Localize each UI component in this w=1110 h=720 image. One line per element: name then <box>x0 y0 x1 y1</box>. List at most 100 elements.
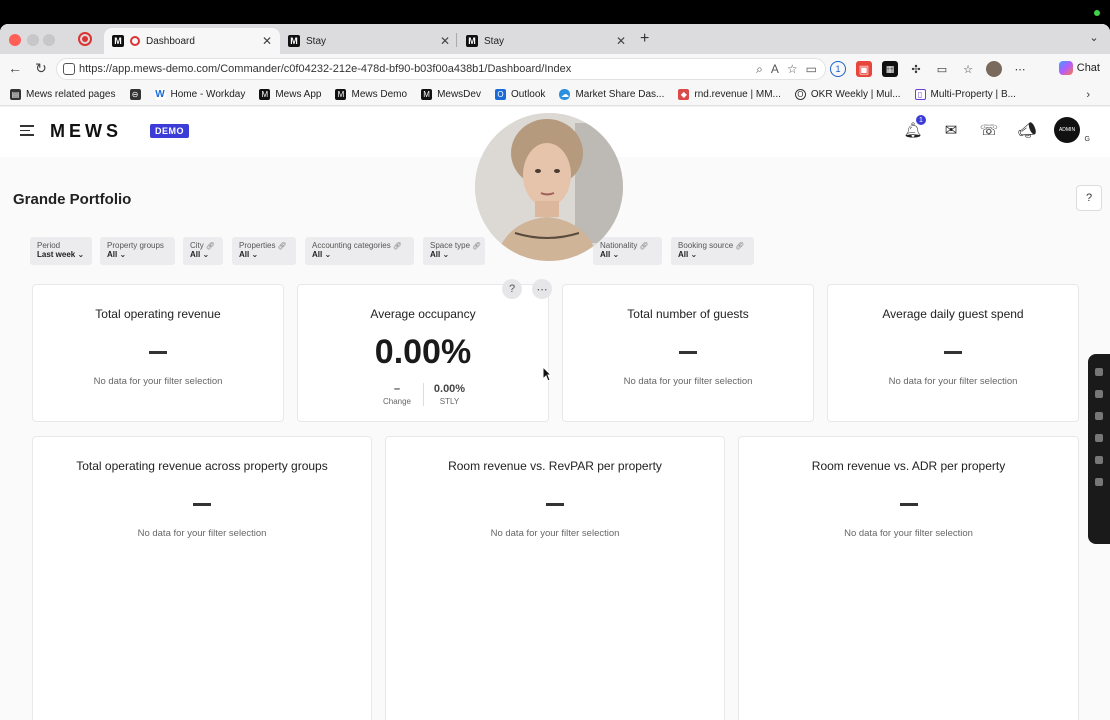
demo-badge: DEMO <box>150 124 189 138</box>
password-manager-icon[interactable]: 1 <box>830 61 846 77</box>
tab-strip: M Dashboard ✕ M Stay ✕ M Stay ✕ + ⌄ <box>0 24 1110 54</box>
close-icon[interactable]: ✕ <box>616 34 626 48</box>
change-label: Change <box>382 397 412 406</box>
bookmark-item[interactable]: M Mews Demo <box>335 89 407 100</box>
help-icon[interactable]: ? <box>1076 185 1102 211</box>
extension-black-icon[interactable]: ▦ <box>882 61 898 77</box>
extensions-puzzle-icon[interactable]: ✣ <box>908 61 924 77</box>
kpi-value: 0.00% <box>374 333 472 371</box>
window-maximize-button[interactable] <box>43 34 55 46</box>
mews-logo[interactable]: MEWS <box>50 121 122 142</box>
empty-dash <box>149 351 167 354</box>
filter-value: All ⌄ <box>312 250 332 259</box>
filter-space-type[interactable]: Space type 🔗︎ All ⌄ <box>423 237 485 265</box>
cube-icon: ◆ <box>678 89 690 100</box>
change-value: – <box>393 383 401 395</box>
mews-icon: M <box>259 89 271 100</box>
new-tab-icon[interactable]: + <box>640 30 649 48</box>
filter-properties[interactable]: Properties 🔗︎ All ⌄ <box>232 237 296 265</box>
chevron-right-icon[interactable]: › <box>1086 89 1090 101</box>
reload-icon[interactable]: ↻ <box>32 60 50 77</box>
bookmark-item[interactable]: ◆ rnd.revenue | MM... <box>678 89 781 100</box>
empty-dash <box>899 503 918 506</box>
filter-value: All ⌄ <box>678 250 698 259</box>
tab-label: Stay <box>484 35 505 47</box>
filter-value: All ⌄ <box>600 250 620 259</box>
favorites-icon[interactable]: ☆ <box>960 61 976 77</box>
zoom-icon[interactable]: ⌕ <box>756 62 763 77</box>
link-icon: 🔗︎ <box>392 243 402 250</box>
cast-icon[interactable]: ▭ <box>934 61 950 77</box>
bookmark-item[interactable]: M Mews App <box>259 89 321 100</box>
bookmark-label: Home - Workday <box>170 89 246 100</box>
filter-booking-source[interactable]: Booking source 🔗︎ All ⌄ <box>671 237 754 265</box>
mouse-cursor-icon <box>542 366 552 382</box>
bookmark-item[interactable]: ▤ Mews related pages <box>10 89 116 100</box>
filter-period[interactable]: Period Last week ⌄ <box>30 237 92 265</box>
card-title: Average daily guest spend <box>882 307 1024 321</box>
header-actions: 🔔︎ 1 ✉ ☏ 📣︎ ADMIN <box>902 115 1080 143</box>
bell-icon[interactable]: 🔔︎ 1 <box>902 115 926 141</box>
bookmark-item[interactable]: ▯ Multi-Property | B... <box>914 89 1016 100</box>
address-bar[interactable]: https://app.mews-demo.com/Commander/c0f0… <box>56 58 826 80</box>
bookmark-label: rnd.revenue | MM... <box>694 89 781 100</box>
bookmark-item[interactable]: O OKR Weekly | Mul... <box>794 89 901 100</box>
browser-window: M Dashboard ✕ M Stay ✕ M Stay ✕ + ⌄ ← ↻ <box>0 24 1110 720</box>
bookmark-item[interactable]: ⊖ <box>129 89 141 100</box>
empty-state-text: No data for your filter selection <box>490 528 620 539</box>
mews-favicon-icon: M <box>466 35 478 47</box>
filter-nationality[interactable]: Nationality 🔗︎ All ⌄ <box>593 237 662 265</box>
bookmark-label: OKR Weekly | Mul... <box>810 89 901 100</box>
recording-icon[interactable] <box>78 32 92 46</box>
filter-accounting-categories[interactable]: Accounting categories 🔗︎ All ⌄ <box>305 237 414 265</box>
card-title: Room revenue vs. ADR per property <box>811 459 1006 473</box>
cloud-icon: ☁ <box>559 89 571 100</box>
chevron-down-icon[interactable]: ⌄ <box>1086 31 1102 47</box>
video-icon[interactable]: ▭ <box>806 62 817 77</box>
read-aloud-icon[interactable]: A <box>771 62 779 77</box>
bookmark-item[interactable]: W Home - Workday <box>154 89 246 100</box>
chat-button[interactable]: Chat <box>1058 61 1100 75</box>
favorite-star-icon[interactable]: ☆ <box>787 62 798 77</box>
help-icon[interactable]: ? <box>502 279 522 299</box>
mail-icon[interactable]: ✉ <box>940 119 962 141</box>
window-minimize-button[interactable] <box>27 34 39 46</box>
filter-city[interactable]: City 🔗︎ All ⌄ <box>183 237 223 265</box>
profile-avatar-icon[interactable] <box>986 61 1002 77</box>
extension-red-icon[interactable]: ▣ <box>856 61 872 77</box>
tab-dashboard[interactable]: M Dashboard ✕ <box>104 28 280 54</box>
filter-label: Property groups <box>107 241 164 250</box>
presenter-video-image <box>475 113 623 261</box>
more-options-icon[interactable]: ⋯ <box>532 279 552 299</box>
link-icon: 🔗︎ <box>639 243 649 250</box>
more-menu-icon[interactable]: ⋯ <box>1012 61 1028 77</box>
tab-stay[interactable]: M Stay ✕ <box>280 28 458 54</box>
mews-icon: M <box>335 89 347 100</box>
side-recording-toolbar[interactable] <box>1088 354 1110 544</box>
back-arrow-icon[interactable]: ← <box>6 60 24 76</box>
lock-icon <box>63 63 75 75</box>
screen: M Dashboard ✕ M Stay ✕ M Stay ✕ + ⌄ ← ↻ <box>0 0 1110 720</box>
empty-state-text: No data for your filter selection <box>844 528 973 539</box>
window-close-button[interactable] <box>9 34 21 46</box>
megaphone-icon[interactable]: 📣︎ <box>1016 119 1038 141</box>
notification-count: 1 <box>916 115 926 125</box>
extension-bar: 1 ▣ ▦ ✣ ▭ ☆ ⋯ <box>830 61 1028 77</box>
bookmark-item[interactable]: ☁ Market Share Das... <box>559 89 664 100</box>
bookmark-item[interactable]: M MewsDev <box>421 89 481 100</box>
mews-icon: M <box>421 89 433 100</box>
filter-property-groups[interactable]: Property groups All ⌄ <box>100 237 175 265</box>
empty-state-text: No data for your filter selection <box>623 376 753 387</box>
avatar[interactable]: ADMIN <box>1054 117 1080 143</box>
bookmark-item[interactable]: O Outlook <box>494 89 545 100</box>
tab-stay-2[interactable]: M Stay ✕ <box>458 28 634 54</box>
menu-icon[interactable] <box>20 125 34 137</box>
link-icon: 🔗︎ <box>277 243 287 250</box>
tab-separator <box>456 33 457 47</box>
kpi-card-average-occupancy: Average occupancy 0.00% – Change 0.00% S… <box>297 284 549 422</box>
support-icon[interactable]: ☏ <box>978 119 1000 141</box>
close-icon[interactable]: ✕ <box>262 34 272 48</box>
close-icon[interactable]: ✕ <box>440 34 450 48</box>
bookmark-label: Mews related pages <box>26 89 116 100</box>
kpi-card-average-daily-guest-spend: Average daily guest spend No data for yo… <box>827 284 1079 422</box>
